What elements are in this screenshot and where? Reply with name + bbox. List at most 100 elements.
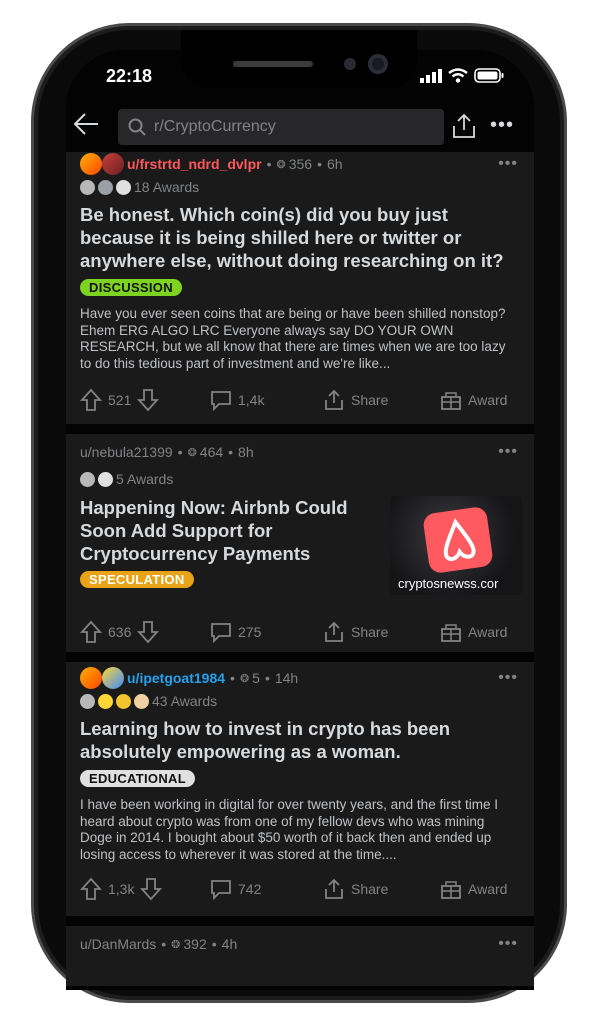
post-menu-icon[interactable]: ••• (498, 443, 518, 461)
post-title[interactable]: Learning how to invest in crypto has bee… (80, 717, 520, 763)
awards-count: 43 Awards (152, 693, 218, 709)
post-actions: 1,3k 742 Share Award (80, 869, 520, 909)
share-icon[interactable] (323, 389, 345, 411)
sensor (344, 58, 356, 70)
award-icon[interactable] (440, 389, 462, 411)
speaker (233, 61, 313, 67)
post-card[interactable]: u/ipetgoat1984 • ❂ 5 • 14h ••• 43 Awards L… (66, 662, 534, 916)
notch (181, 30, 417, 88)
comment-count[interactable]: 1,4k (238, 392, 264, 408)
silver-award-icon (80, 179, 95, 195)
share-label[interactable]: Share (351, 881, 388, 897)
downvote-icon[interactable] (137, 620, 160, 644)
karma-icon: ❂ (276, 158, 286, 171)
post-author[interactable]: u/DanMards (80, 936, 156, 952)
post-title[interactable]: Be honest. Which coin(s) did you buy jus… (80, 203, 520, 272)
author-karma: 5 (252, 670, 260, 686)
awards-row[interactable]: 5 Awards (80, 468, 520, 490)
post-actions: 636 275 Share Award (80, 612, 520, 652)
airbnb-logo-icon (422, 505, 494, 575)
post-menu-icon[interactable]: ••• (498, 935, 518, 953)
front-camera (368, 54, 388, 74)
share-icon[interactable] (450, 112, 478, 140)
author-karma: 356 (288, 156, 313, 172)
share-icon[interactable] (323, 878, 345, 900)
award-label[interactable]: Award (468, 881, 507, 897)
search-icon (128, 118, 146, 136)
comment-count[interactable]: 742 (238, 881, 261, 897)
status-icons (420, 68, 504, 83)
post-age: 8h (238, 444, 254, 460)
karma-icon: ❂ (171, 938, 181, 951)
search-placeholder: r/CryptoCurrency (154, 118, 276, 135)
post-menu-icon[interactable]: ••• (498, 155, 518, 173)
share-icon[interactable] (323, 621, 345, 643)
helpful-award-icon (116, 179, 131, 195)
post-flair[interactable]: DISCUSSION (80, 279, 182, 296)
wholesome-award-icon (98, 179, 113, 195)
wifi-icon (448, 68, 468, 83)
status-time: 22:18 (106, 66, 153, 86)
post-actions: 521 1,4k Share Award (80, 380, 520, 420)
comment-count[interactable]: 275 (238, 624, 261, 640)
back-arrow-icon[interactable] (72, 110, 102, 140)
upvote-icon[interactable] (80, 620, 102, 644)
author-karma: 464 (199, 444, 224, 460)
post-flair[interactable]: EDUCATIONAL (80, 770, 195, 787)
more-options-icon[interactable]: ••• (490, 114, 514, 137)
thumbnail-caption: cryptosnewss.cor (398, 576, 499, 591)
helpful-award-icon (98, 471, 113, 487)
vote-count: 1,3k (108, 881, 135, 898)
award-label[interactable]: Award (468, 392, 507, 408)
vote-count: 521 (108, 392, 132, 409)
silver-award-icon (80, 471, 95, 487)
avatar (102, 153, 124, 175)
post-body[interactable]: I have been working in digital for over … (80, 797, 520, 863)
avatar (80, 667, 102, 689)
silver-award-icon (80, 693, 95, 709)
avatar (80, 153, 102, 175)
post-flair[interactable]: SPECULATION (80, 571, 194, 588)
upvote-icon[interactable] (80, 877, 102, 901)
downvote-icon[interactable] (137, 388, 160, 412)
gold-award-icon (98, 693, 113, 709)
awards-row[interactable]: 43 Awards (80, 690, 520, 712)
post-feed: u/frstrtd_ndrd_dvlpr • ❂ 356 • 6h ••• 18 A… (66, 152, 534, 996)
post-body[interactable]: Have you ever seen coins that are being … (80, 306, 520, 372)
post-title[interactable]: Happening Now: Airbnb Could Soon Add Sup… (80, 496, 370, 565)
post-card[interactable]: u/frstrtd_ndrd_dvlpr • ❂ 356 • 6h ••• 18 A… (66, 152, 534, 424)
author-karma: 392 (183, 936, 207, 952)
awards-row[interactable]: 18 Awards (80, 176, 520, 198)
comment-icon[interactable] (210, 621, 232, 643)
post-age: 6h (326, 156, 343, 172)
post-age: 14h (274, 670, 299, 686)
post-card[interactable]: u/DanMards • ❂ 392 • 4h ••• (66, 926, 534, 986)
search-input[interactable]: r/CryptoCurrency (118, 109, 444, 145)
post-card[interactable]: u/nebula21399 • ❂ 464 • 8h ••• 5 Awards Ha… (66, 434, 534, 652)
award-label[interactable]: Award (468, 624, 507, 640)
karma-icon: ❂ (187, 446, 197, 459)
comment-icon[interactable] (210, 878, 232, 901)
post-author[interactable]: u/frstrtd_ndrd_dvlpr (127, 156, 262, 172)
heart-award-icon (134, 693, 149, 709)
award-icon[interactable] (440, 621, 462, 643)
comment-icon[interactable] (210, 389, 232, 412)
top-bar: r/CryptoCurrency ••• (66, 102, 534, 152)
post-age: 4h (221, 936, 238, 952)
vote-count: 636 (108, 624, 132, 640)
share-label[interactable]: Share (351, 392, 388, 408)
post-author[interactable]: u/ipetgoat1984 (127, 670, 225, 686)
award-icon[interactable] (440, 878, 462, 900)
post-thumbnail[interactable]: cryptosnewss.cor (390, 496, 522, 595)
battery-icon (474, 68, 504, 83)
upvote-icon[interactable] (80, 388, 102, 412)
awards-count: 18 Awards (134, 179, 200, 195)
downvote-icon[interactable] (140, 877, 163, 901)
post-author[interactable]: u/nebula21399 (80, 444, 173, 460)
signal-icon (420, 68, 442, 83)
karma-icon: ❂ (239, 672, 250, 685)
share-label[interactable]: Share (351, 624, 388, 640)
platinum-award-icon (116, 693, 131, 709)
awards-count: 5 Awards (116, 471, 174, 487)
post-menu-icon[interactable]: ••• (498, 669, 518, 687)
